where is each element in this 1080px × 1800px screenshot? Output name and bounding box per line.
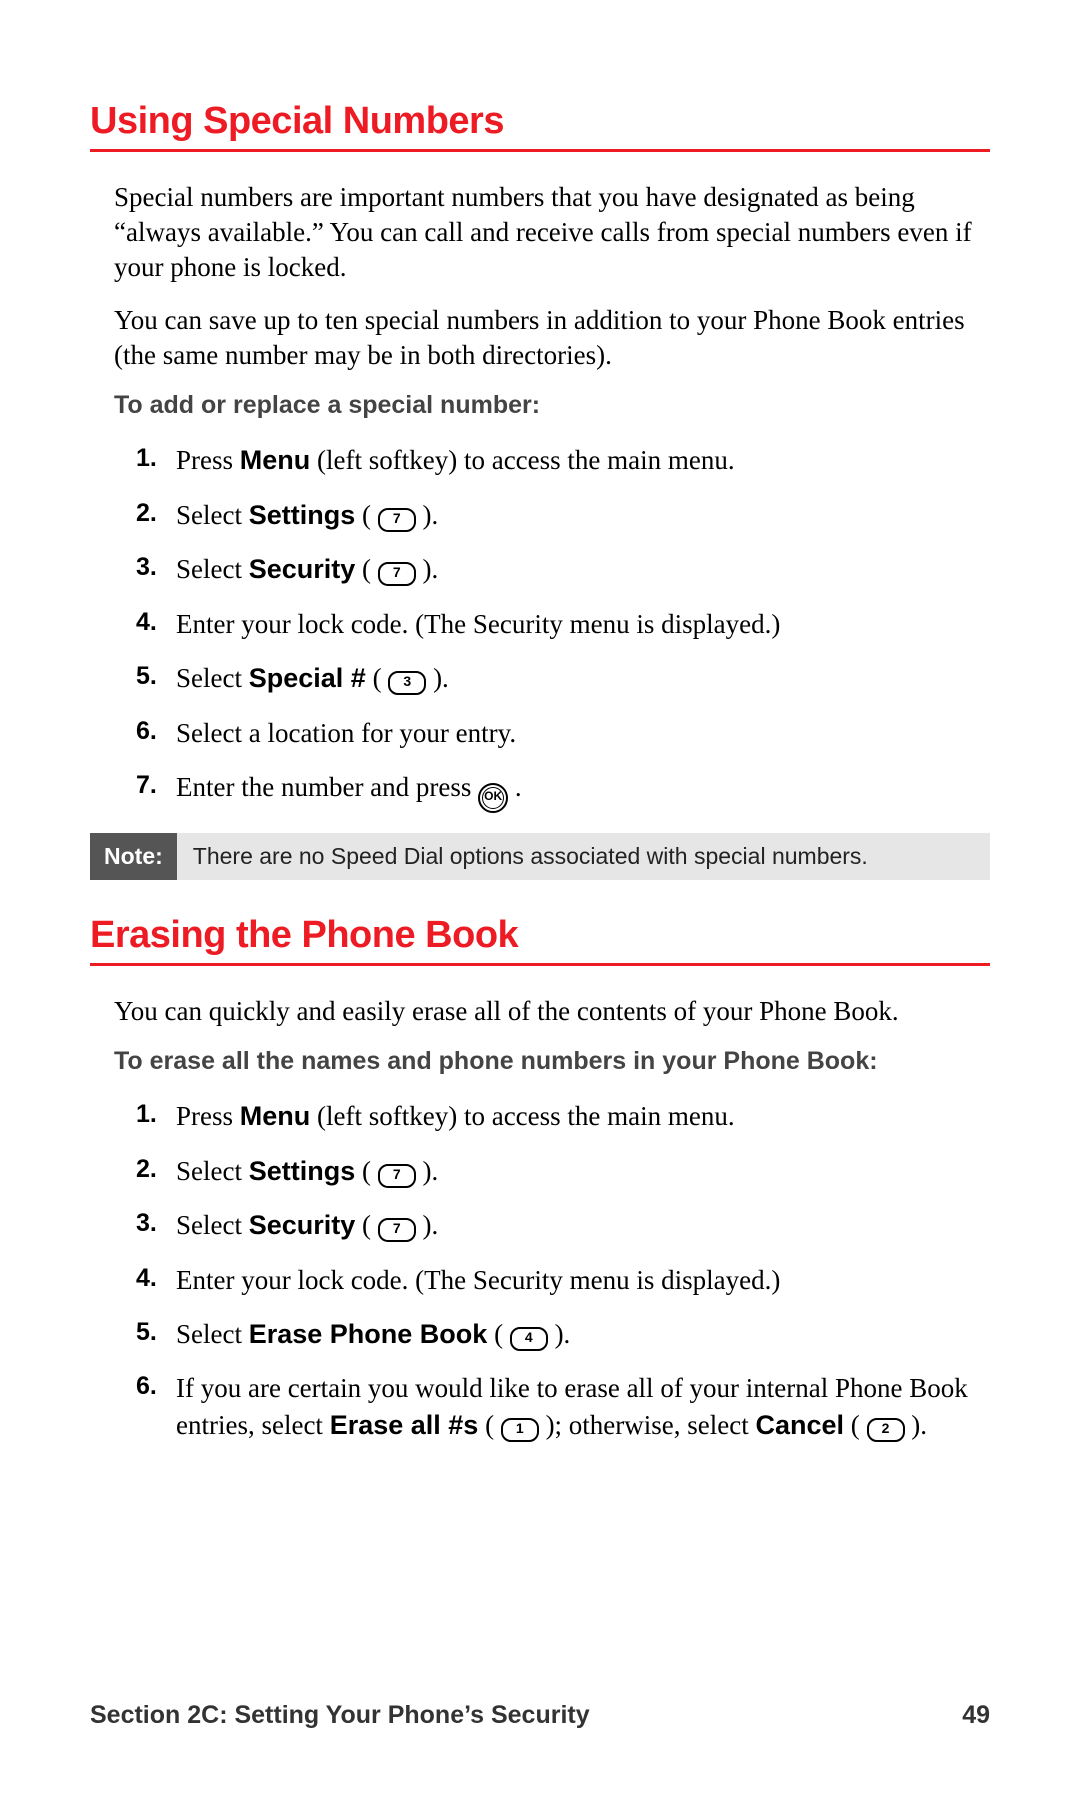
- note-text: There are no Speed Dial options associat…: [177, 833, 884, 880]
- menu-label: Menu: [240, 1101, 311, 1131]
- step-text: ); otherwise, select: [539, 1410, 756, 1440]
- heading-using-special-numbers: Using Special Numbers: [90, 100, 990, 152]
- step-number: 5.: [136, 1316, 157, 1350]
- step-text: Press: [176, 445, 240, 475]
- step-text: ).: [548, 1319, 571, 1349]
- step-1: 1. Press Menu (left softkey) to access t…: [136, 1098, 990, 1134]
- step-3: 3. Select Security ( 7 ).: [136, 1207, 990, 1243]
- para-special-numbers-intro: Special numbers are important numbers th…: [114, 180, 990, 285]
- step-2: 2. Select Settings ( 7 ).: [136, 497, 990, 533]
- heading-erasing-phone-book: Erasing the Phone Book: [90, 914, 990, 966]
- step-5: 5. Select Erase Phone Book ( 4 ).: [136, 1316, 990, 1352]
- ok-key-icon: OK: [478, 783, 508, 813]
- menu-label: Menu: [240, 445, 311, 475]
- para-special-numbers-limit: You can save up to ten special numbers i…: [114, 303, 990, 373]
- cancel-label: Cancel: [756, 1410, 845, 1440]
- erase-all-label: Erase all #s: [330, 1410, 479, 1440]
- step-1: 1. Press Menu (left softkey) to access t…: [136, 442, 990, 478]
- key-1-icon: 1: [501, 1418, 539, 1442]
- step-text: Select: [176, 1156, 249, 1186]
- note-box: Note: There are no Speed Dial options as…: [90, 833, 990, 880]
- step-5: 5. Select Special # ( 3 ).: [136, 660, 990, 696]
- step-number: 2.: [136, 497, 157, 531]
- step-number: 1.: [136, 1098, 157, 1132]
- step-text: Enter your lock code. (The Security menu…: [176, 609, 780, 639]
- step-text: (: [355, 1210, 378, 1240]
- step-text: ).: [416, 1156, 439, 1186]
- step-text: Select: [176, 500, 249, 530]
- step-text: ).: [416, 500, 439, 530]
- key-7-icon: 7: [378, 1164, 416, 1188]
- key-3-icon: 3: [388, 671, 426, 695]
- settings-label: Settings: [249, 1156, 356, 1186]
- step-text: Enter your lock code. (The Security menu…: [176, 1265, 780, 1295]
- step-text: (left softkey) to access the main menu.: [310, 445, 734, 475]
- step-6: 6. Select a location for your entry.: [136, 715, 990, 751]
- security-label: Security: [249, 554, 356, 584]
- step-number: 7.: [136, 769, 157, 803]
- step-text: (: [355, 500, 378, 530]
- step-text: (: [487, 1319, 510, 1349]
- step-text: ).: [905, 1410, 928, 1440]
- erase-phone-book-label: Erase Phone Book: [249, 1319, 488, 1349]
- step-text: (left softkey) to access the main menu.: [310, 1101, 734, 1131]
- special-number-label: Special #: [249, 663, 366, 693]
- step-number: 6.: [136, 1370, 157, 1404]
- step-text: (: [355, 1156, 378, 1186]
- step-number: 5.: [136, 660, 157, 694]
- step-number: 6.: [136, 715, 157, 749]
- step-text: ).: [416, 1210, 439, 1240]
- footer-section-label: Section 2C: Setting Your Phone’s Securit…: [90, 1701, 590, 1730]
- step-number: 2.: [136, 1153, 157, 1187]
- page-footer: Section 2C: Setting Your Phone’s Securit…: [90, 1701, 990, 1730]
- key-4-icon: 4: [510, 1327, 548, 1351]
- step-text: Press: [176, 1101, 240, 1131]
- step-text: .: [508, 772, 522, 802]
- step-4: 4. Enter your lock code. (The Security m…: [136, 1262, 990, 1298]
- security-label: Security: [249, 1210, 356, 1240]
- step-4: 4. Enter your lock code. (The Security m…: [136, 606, 990, 642]
- step-text: (: [844, 1410, 867, 1440]
- key-7-icon: 7: [378, 508, 416, 532]
- subhead-erase-phone-book: To erase all the names and phone numbers…: [114, 1047, 990, 1076]
- step-text: Select a location for your entry.: [176, 718, 516, 748]
- step-text: Select: [176, 1210, 249, 1240]
- key-2-icon: 2: [867, 1418, 905, 1442]
- step-number: 3.: [136, 1207, 157, 1241]
- steps-add-special-number: 1. Press Menu (left softkey) to access t…: [114, 442, 990, 813]
- footer-page-number: 49: [962, 1701, 990, 1730]
- steps-erase-phone-book: 1. Press Menu (left softkey) to access t…: [114, 1098, 990, 1443]
- step-6: 6. If you are certain you would like to …: [136, 1370, 990, 1443]
- subhead-add-replace-special: To add or replace a special number:: [114, 391, 990, 420]
- key-7-icon: 7: [378, 1218, 416, 1242]
- step-7: 7. Enter the number and press OK .: [136, 769, 990, 813]
- key-7-icon: 7: [378, 562, 416, 586]
- note-label: Note:: [90, 833, 177, 880]
- step-number: 4.: [136, 1262, 157, 1296]
- step-number: 4.: [136, 606, 157, 640]
- step-text: (: [366, 663, 389, 693]
- step-number: 1.: [136, 442, 157, 476]
- step-text: Select: [176, 663, 249, 693]
- step-text: Select: [176, 1319, 249, 1349]
- step-2: 2. Select Settings ( 7 ).: [136, 1153, 990, 1189]
- step-text: (: [478, 1410, 501, 1440]
- step-text: ).: [426, 663, 449, 693]
- step-number: 3.: [136, 551, 157, 585]
- para-erase-intro: You can quickly and easily erase all of …: [114, 994, 990, 1029]
- step-text: Select: [176, 554, 249, 584]
- step-text: (: [355, 554, 378, 584]
- step-text: ).: [416, 554, 439, 584]
- settings-label: Settings: [249, 500, 356, 530]
- step-text: Enter the number and press: [176, 772, 478, 802]
- step-3: 3. Select Security ( 7 ).: [136, 551, 990, 587]
